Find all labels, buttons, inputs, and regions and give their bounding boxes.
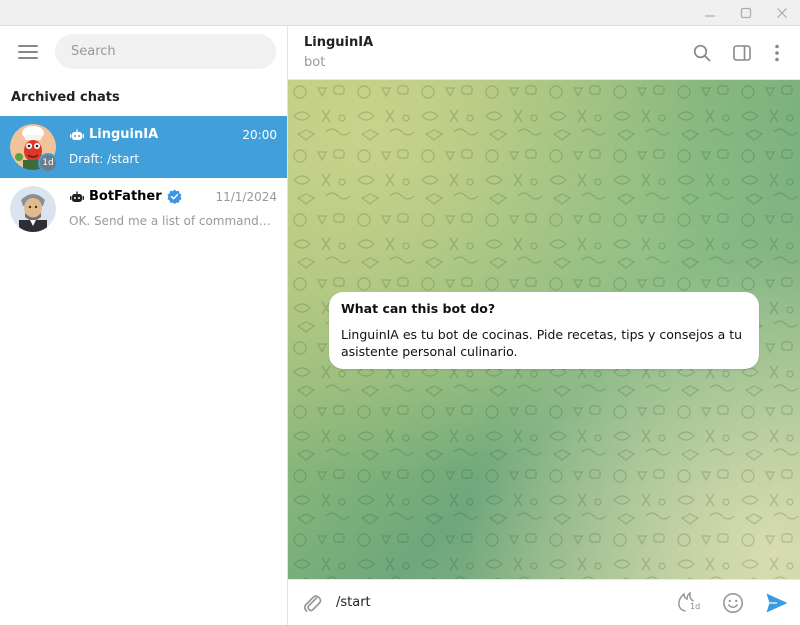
- chat-header: LinguinIA bot: [288, 26, 800, 80]
- timer-label: 1d: [690, 602, 701, 611]
- chat-background: What can this bot do? LinguinIA es tu bo…: [288, 80, 800, 579]
- chat-subtitle: bot: [304, 55, 326, 70]
- chat-preview: OK. Send me a list of commands for your …: [69, 214, 277, 228]
- chat-name-text: LinguinIA: [89, 127, 159, 142]
- send-icon[interactable]: [764, 590, 790, 616]
- section-title: Archived chats: [11, 90, 120, 105]
- chat-time: 20:00: [242, 128, 277, 142]
- chat-title[interactable]: LinguinIA: [304, 35, 373, 50]
- verified-icon: [167, 189, 182, 204]
- chat-item-botfather[interactable]: BotFather 11/1/2024 OK. Send me a list o…: [0, 178, 287, 240]
- timer-badge: 1d: [38, 153, 58, 173]
- maximize-icon[interactable]: [728, 0, 764, 26]
- chat-preview: Draft: /start: [69, 152, 277, 166]
- emoji-icon[interactable]: [720, 590, 746, 616]
- chat-name: LinguinIA: [70, 127, 158, 142]
- hamburger-menu-icon[interactable]: [14, 40, 42, 64]
- bot-info-text: LinguinIA es tu bot de cocinas. Pide rec…: [341, 327, 743, 359]
- avatar: [10, 186, 56, 232]
- minimize-icon[interactable]: [692, 0, 728, 26]
- bot-icon: [70, 129, 84, 141]
- message-input[interactable]: [336, 588, 666, 616]
- attach-icon[interactable]: [299, 590, 325, 616]
- bot-icon: [70, 191, 84, 203]
- chat-list-panel: Archived chats 1d LinguinIA 20:00: [0, 26, 287, 625]
- close-icon[interactable]: [764, 0, 800, 26]
- window-titlebar: [0, 0, 800, 26]
- chat-name-text: BotFather: [89, 189, 162, 204]
- sidebar-toggle-icon[interactable]: [730, 41, 754, 65]
- chat-time: 11/1/2024: [215, 190, 277, 204]
- search-icon[interactable]: [690, 41, 714, 65]
- search-input[interactable]: [55, 34, 276, 69]
- bot-info-title: What can this bot do?: [341, 301, 496, 316]
- bot-info-message: What can this bot do? LinguinIA es tu bo…: [329, 292, 759, 369]
- more-options-icon[interactable]: [765, 41, 789, 65]
- draft-label: Draft:: [69, 152, 104, 166]
- draft-text: /start: [107, 152, 140, 166]
- message-composer: 1d: [288, 579, 800, 625]
- chat-item-linguinia[interactable]: 1d LinguinIA 20:00 Draft: /start: [0, 116, 287, 178]
- self-destruct-timer-icon[interactable]: 1d: [675, 590, 701, 616]
- search-box: [55, 34, 276, 69]
- chat-name: BotFather: [70, 189, 182, 204]
